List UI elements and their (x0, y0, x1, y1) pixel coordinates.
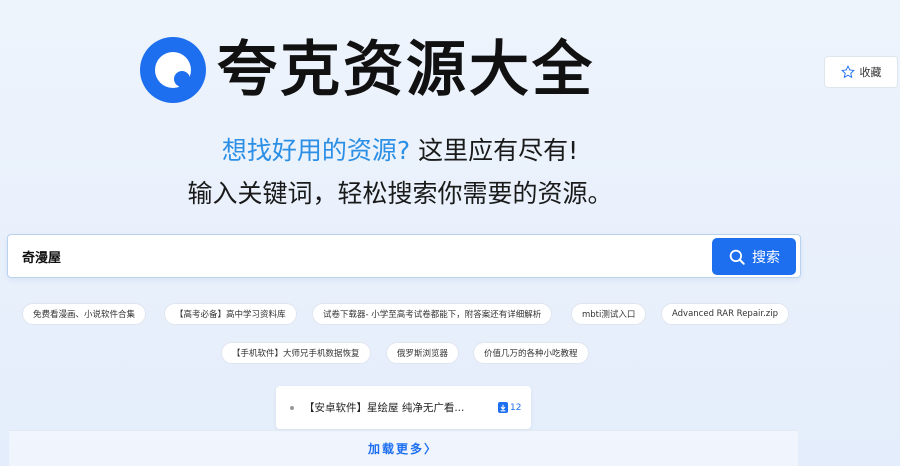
hot-keyword-chip[interactable]: Advanced RAR Repair.zip (661, 303, 790, 325)
hot-keyword-chip[interactable]: 试卷下载器- 小学至高考试卷都能下，附答案还有详细解析 (312, 303, 553, 325)
tagline-highlight: 想找好用的资源? (221, 136, 411, 165)
favorite-label: 收藏 (859, 66, 882, 79)
tagline-line2: 输入关键词，轻松搜索你需要的资源。 (187, 179, 613, 208)
load-more-label: 加载更多 (367, 442, 424, 456)
search-button[interactable]: 搜索 (712, 238, 796, 275)
chevron-right-icon: 〉 (424, 442, 439, 456)
load-more-button[interactable]: 加载更多〉 (0, 440, 806, 457)
tagline-rest: 这里应有尽有! (418, 136, 579, 165)
hot-keyword-chip[interactable]: 【手机软件】大师兄手机数据恢复 (221, 342, 371, 364)
search-button-label: 搜索 (752, 249, 780, 266)
search-input[interactable] (22, 235, 702, 277)
favorite-button[interactable]: 收藏 (824, 56, 898, 88)
hot-keyword-chip[interactable]: mbti测试入口 (571, 303, 647, 325)
star-outline-icon (840, 65, 855, 79)
result-item[interactable]: 【安卓软件】星绘屋 纯净无广看... 12 (276, 386, 531, 429)
quark-logo-icon (140, 37, 206, 103)
brand: 夸克资源大全 (139, 30, 595, 110)
tagline-line1: 想找好用的资源? 这里应有尽有! (0, 131, 800, 167)
result-title: 【安卓软件】星绘屋 纯净无广看... (304, 402, 465, 414)
hot-keyword-chip[interactable]: 【高考必备】高中学习资料库 (164, 303, 297, 325)
hot-keyword-chip[interactable]: 俄罗斯浏览器 (386, 342, 460, 364)
download-icon (498, 402, 508, 413)
hot-keyword-chip[interactable]: 免费看漫画、小说软件合集 (22, 303, 147, 325)
brand-name: 夸克资源大全 (217, 35, 595, 105)
search-box: 搜索 (7, 234, 801, 278)
download-count-badge: 12 (498, 402, 521, 413)
bullet-dot (290, 405, 294, 410)
hot-keyword-chip[interactable]: 价值几万的各种小吃教程 (473, 342, 589, 364)
download-count: 12 (510, 402, 522, 413)
search-icon (729, 249, 745, 265)
